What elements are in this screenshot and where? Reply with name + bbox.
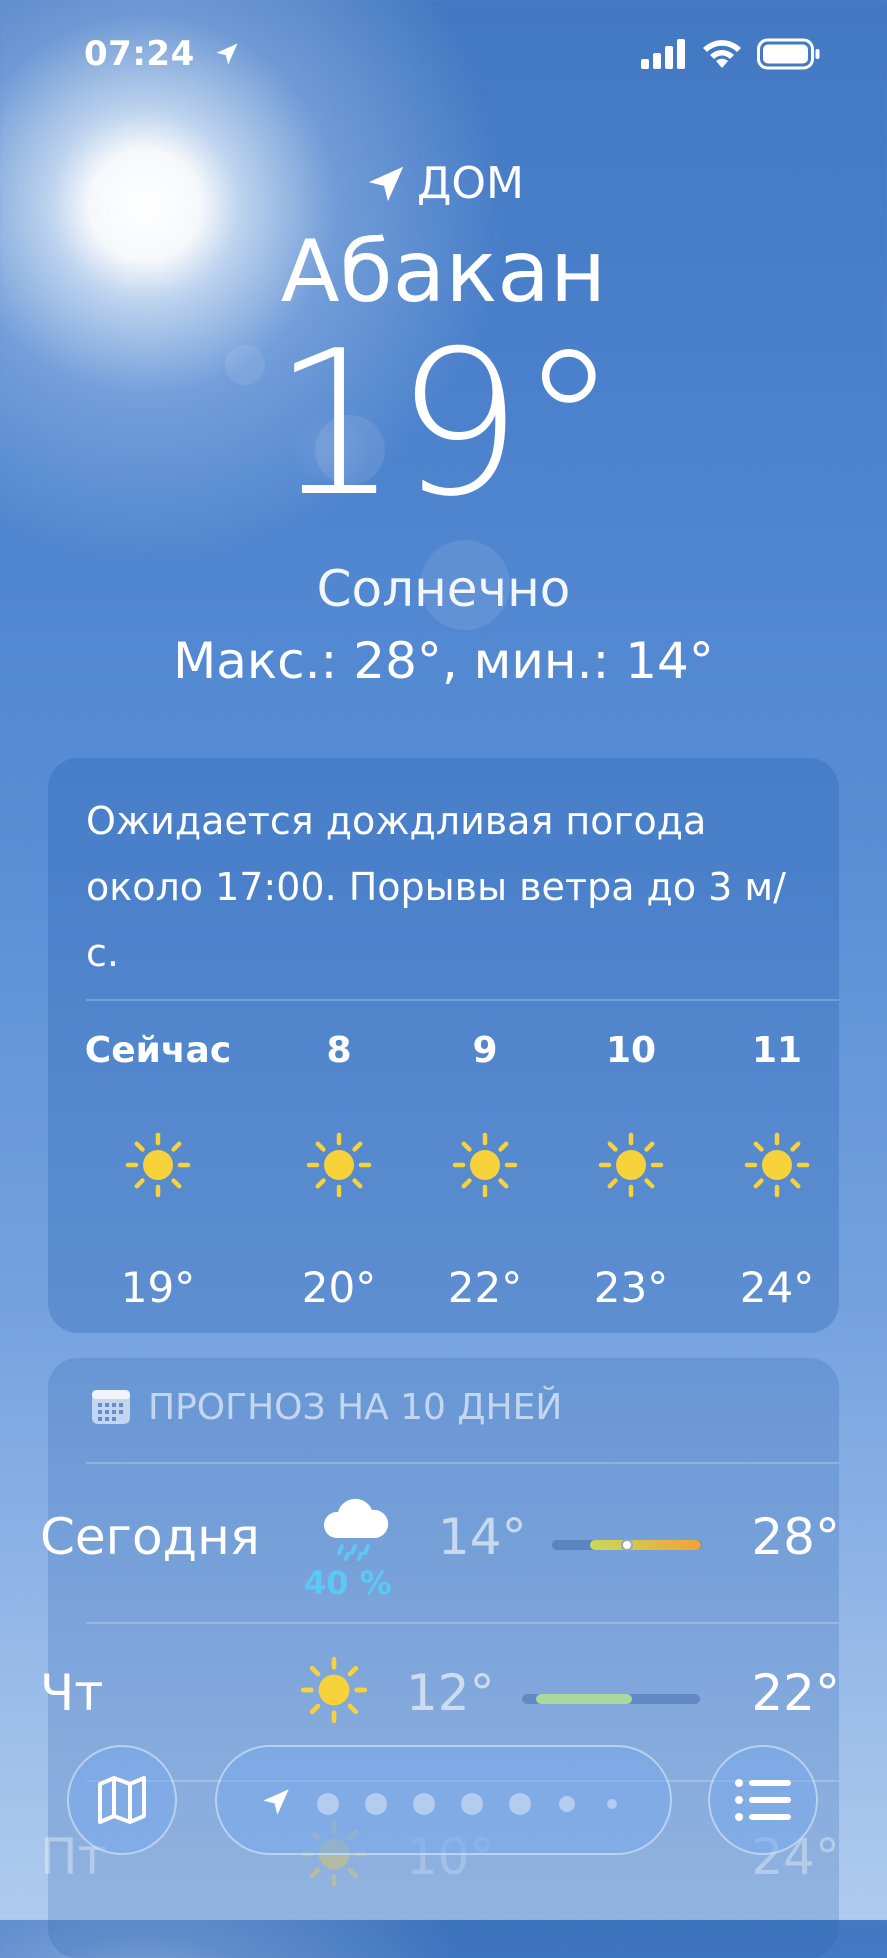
hour-temperature: 24° — [739, 1263, 815, 1312]
rain-cloud-icon — [318, 1498, 392, 1566]
location-arrow-icon — [216, 43, 238, 65]
current-condition: Солнечно — [316, 560, 571, 618]
card-divider — [86, 1622, 839, 1624]
day-name: Чт — [40, 1664, 104, 1722]
forecast-title: ПРОГНОЗ НА 10 ДНЕЙ — [148, 1386, 563, 1428]
page-dot[interactable] — [365, 1793, 387, 1815]
wifi-icon — [703, 40, 741, 68]
low-temperature: 12° — [406, 1664, 495, 1722]
forecast-header: ПРОГНОЗ НА 10 ДНЕЙ — [90, 1386, 562, 1428]
card-divider — [86, 1462, 839, 1464]
high-temperature: 22° — [751, 1664, 840, 1722]
status-icons — [641, 38, 821, 70]
page-dot[interactable] — [607, 1799, 617, 1809]
sun-icon — [264, 1130, 414, 1200]
hour-temperature: 20° — [301, 1263, 377, 1312]
high-temperature: 28° — [751, 1508, 840, 1566]
sun-icon — [556, 1130, 706, 1200]
forecast-row-thu[interactable]: Чт 12° 22° — [40, 1634, 840, 1754]
status-time: 07:24 — [84, 34, 241, 74]
location-label: ДОМ — [0, 158, 887, 209]
card-divider — [86, 999, 839, 1001]
temperature-range-fill — [536, 1694, 633, 1704]
hour-label: 11 — [751, 1030, 803, 1071]
calendar-icon — [92, 1390, 130, 1424]
page-dot[interactable] — [559, 1796, 575, 1812]
page-indicator[interactable] — [215, 1745, 672, 1855]
status-time-text: 07:24 — [84, 34, 195, 74]
cellular-signal-icon — [641, 39, 685, 69]
location-label-text: ДОМ — [417, 158, 524, 209]
current-temperature: 19° — [272, 308, 619, 541]
map-icon — [98, 1776, 146, 1824]
hourly-forecast-card[interactable]: Ожидается дождливая погода около 17:00. … — [48, 758, 839, 1333]
hour-label: 9 — [472, 1030, 498, 1071]
temperature-range-bar — [522, 1694, 700, 1704]
status-bar: 07:24 — [0, 0, 887, 110]
page-dot[interactable] — [317, 1793, 339, 1815]
day-name: Сегодня — [40, 1508, 260, 1566]
battery-icon — [757, 38, 820, 70]
page-dot[interactable] — [461, 1793, 483, 1815]
location-arrow-icon[interactable] — [259, 1785, 293, 1819]
high-low-temperature: Макс.: 28°, мин.: 14° — [173, 632, 714, 690]
temperature-range-bar — [552, 1539, 702, 1551]
hour-label: 8 — [326, 1030, 352, 1071]
sun-icon — [83, 1130, 233, 1200]
page-dot[interactable] — [413, 1793, 435, 1815]
hour-temperature: 23° — [593, 1263, 669, 1312]
list-icon — [735, 1779, 791, 1821]
forecast-row-today[interactable]: Сегодня 40 % 14° 28° — [40, 1478, 840, 1602]
hour-temperature: 19° — [120, 1263, 196, 1312]
location-arrow-icon — [368, 166, 404, 201]
sun-icon — [702, 1130, 852, 1200]
ten-day-forecast-card[interactable]: ПРОГНОЗ НА 10 ДНЕЙ Сегодня 40 % 14° 28° … — [40, 1358, 840, 1958]
temperature-range-fill — [589, 1540, 701, 1550]
sun-icon — [298, 1654, 370, 1730]
list-button[interactable] — [708, 1745, 818, 1855]
hour-label: 10 — [605, 1030, 657, 1071]
hour-label: Сейчас — [84, 1030, 232, 1071]
city-name: Абакан — [280, 222, 607, 322]
precipitation-chance: 40 % — [304, 1564, 392, 1602]
sun-icon — [410, 1130, 560, 1200]
weather-summary: Ожидается дождливая погода около 17:00. … — [86, 799, 786, 975]
map-button[interactable] — [67, 1745, 177, 1855]
hour-temperature: 22° — [447, 1263, 523, 1312]
page-dot[interactable] — [509, 1793, 531, 1815]
low-temperature: 14° — [438, 1508, 527, 1566]
current-temperature-marker — [621, 1539, 633, 1551]
